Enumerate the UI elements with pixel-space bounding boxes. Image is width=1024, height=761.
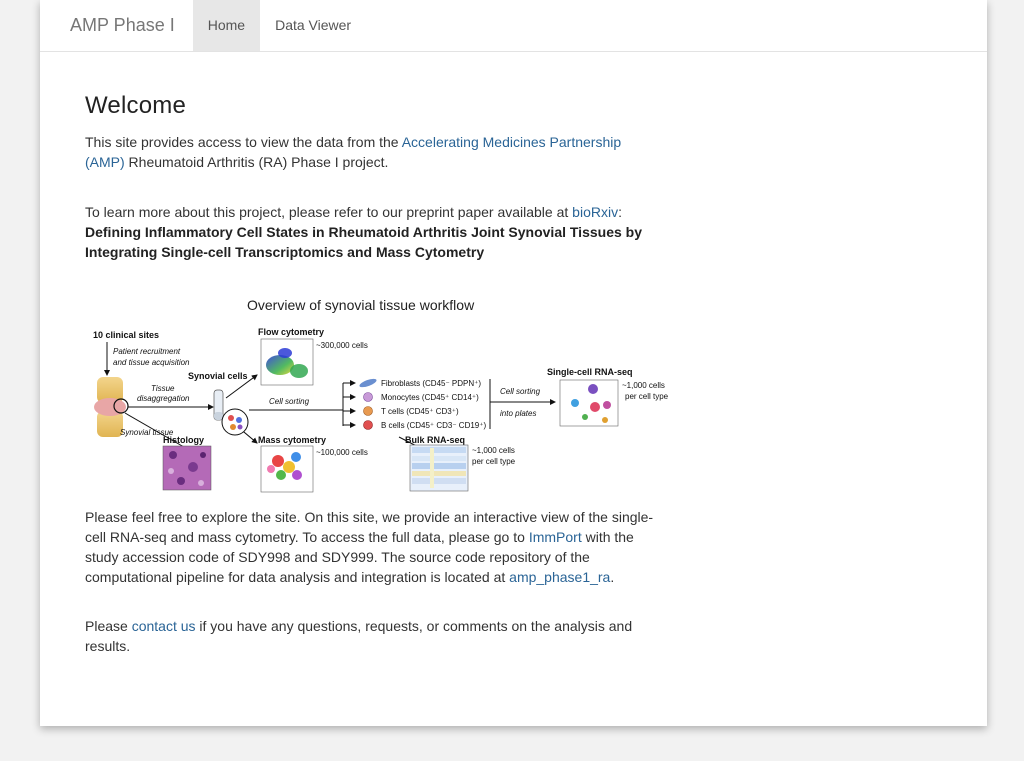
navbar-brand[interactable]: AMP Phase I: [55, 0, 190, 51]
fibroblast-icon: [359, 378, 377, 388]
explore-paragraph: Please feel free to explore the site. On…: [85, 507, 655, 587]
tab-home[interactable]: Home: [192, 0, 261, 51]
figure-title: Overview of synovial tissue workflow: [247, 297, 475, 313]
page-container: AMP Phase I Home Data Viewer Welcome Thi…: [40, 0, 987, 726]
page-title: Welcome: [85, 92, 186, 119]
bulk-rnaseq-label: Bulk RNA-seq: [405, 435, 465, 445]
fibroblasts-label: Fibroblasts (CD45⁻ PDPN⁺): [381, 379, 481, 388]
t-cell-icon: [363, 406, 373, 416]
biorxiv-link[interactable]: bioRxiv: [572, 204, 618, 220]
t-cells-label: T cells (CD45⁺ CD3⁺): [381, 407, 459, 416]
explore-text-end: .: [610, 569, 615, 585]
tube-icon: [213, 389, 224, 421]
intro-text-post: Rheumatoid Arthritis (RA) Phase I projec…: [124, 154, 389, 170]
scrnaseq-count-2: per cell type: [625, 392, 669, 401]
contact-us-link[interactable]: contact us: [132, 618, 196, 634]
scrnaseq-tsne-plot: [559, 379, 619, 427]
immport-link[interactable]: ImmPort: [529, 529, 582, 545]
flow-count-label: ~300,000 cells: [316, 341, 368, 350]
synovial-cells-label: Synovial cells: [188, 371, 248, 381]
main-content: Welcome This site provides access to vie…: [85, 92, 655, 262]
mass-cytometry-label: Mass cytometry: [258, 435, 326, 445]
cell-sorting-label-1: Cell sorting: [269, 397, 310, 406]
scrnaseq-label: Single-cell RNA-seq: [547, 367, 633, 377]
workflow-figure: Overview of synovial tissue workflow 10 …: [85, 295, 685, 500]
navbar: AMP Phase I Home Data Viewer: [40, 0, 987, 52]
tissue-label-2: disaggregation: [137, 394, 190, 403]
cell-sample-icon: [221, 408, 249, 436]
preprint-text-pre: To learn more about this project, please…: [85, 204, 573, 220]
repo-link[interactable]: amp_phase1_ra: [509, 569, 610, 585]
workflow-diagram: 10 clinical sites Patient recruitment an…: [93, 327, 669, 493]
scrnaseq-count-1: ~1,000 cells: [622, 381, 665, 390]
flow-cytometry-label: Flow cytometry: [258, 327, 324, 337]
cell-sorting-label-2: Cell sorting: [500, 387, 541, 396]
flow-cytometry-plot: [260, 338, 314, 386]
b-cell-icon: [363, 420, 373, 430]
histology-label: Histology: [163, 435, 204, 445]
monocyte-icon: [363, 392, 373, 402]
bulk-count-1: ~1,000 cells: [472, 446, 515, 455]
monocytes-label: Monocytes (CD45⁺ CD14⁺): [381, 393, 479, 402]
tab-data-viewer[interactable]: Data Viewer: [260, 0, 366, 51]
recruitment-label-1: Patient recruitment: [113, 347, 181, 356]
bulk-heatmap: [409, 444, 469, 492]
b-cells-label: B cells (CD45⁺ CD3⁻ CD19⁺): [381, 421, 486, 430]
into-plates-label: into plates: [500, 409, 536, 418]
tissue-label-1: Tissue: [151, 384, 175, 393]
preprint-paragraph: To learn more about this project, please…: [85, 202, 655, 262]
contact-text-pre: Please: [85, 618, 132, 634]
mass-count-label: ~100,000 cells: [316, 448, 368, 457]
contact-paragraph: Please contact us if you have any questi…: [85, 616, 655, 656]
histology-image: [162, 445, 212, 491]
paper-title: Defining Inflammatory Cell States in Rhe…: [85, 224, 642, 260]
bulk-count-2: per cell type: [472, 457, 516, 466]
clinical-sites-label: 10 clinical sites: [93, 330, 159, 340]
intro-paragraph: This site provides access to view the da…: [85, 132, 655, 172]
preprint-colon: :: [618, 204, 622, 220]
recruitment-label-2: and tissue acquisition: [113, 358, 190, 367]
mass-cytometry-plot: [260, 445, 314, 493]
intro-text-pre: This site provides access to view the da…: [85, 134, 402, 150]
